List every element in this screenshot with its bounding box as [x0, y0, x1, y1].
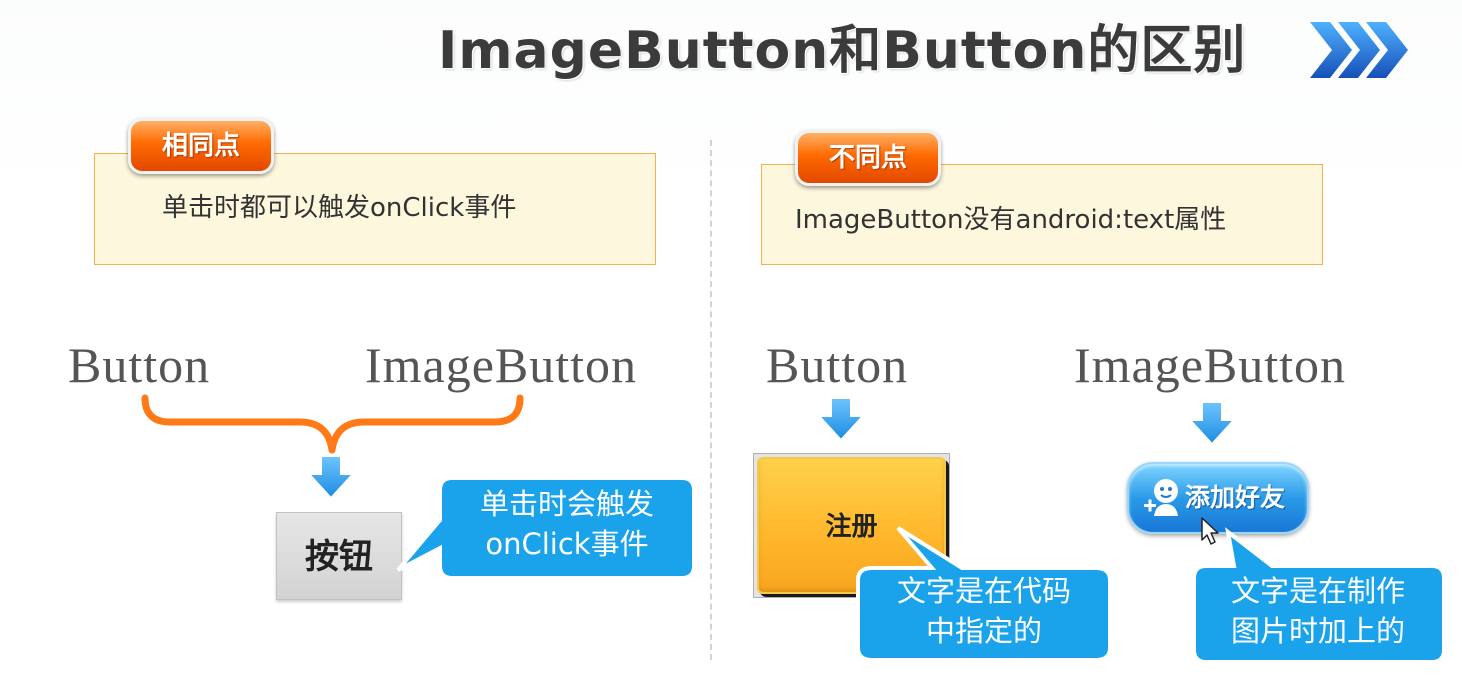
chevron-right-icon: [1310, 22, 1408, 78]
similarity-tag: 相同点: [128, 118, 274, 174]
label-button-left: Button: [68, 337, 211, 393]
add-user-icon: [1144, 479, 1178, 516]
callout-button-line1: 文字是在代码: [896, 574, 1071, 608]
add-friend-label: 添加好友: [1185, 483, 1286, 512]
callout-imagebutton-line2: 图片时加上的: [1230, 614, 1405, 648]
section-divider: [710, 140, 712, 660]
arrow-down-icon: [1188, 401, 1236, 446]
arrow-down-icon: [307, 455, 355, 500]
page-title: ImageButton和Button的区别: [438, 21, 1247, 81]
callout-left-line2: onClick事件: [485, 527, 649, 561]
similarity-text: 单击时都可以触发onClick事件: [162, 193, 517, 223]
callout-button-line2: 中指定的: [925, 614, 1042, 648]
label-button-right: Button: [766, 337, 909, 393]
sample-button[interactable]: 按钮: [276, 512, 402, 600]
callout-left-line1: 单击时会触发: [479, 487, 654, 521]
arrow-down-icon: [817, 397, 865, 442]
label-imagebutton-left: ImageButton: [365, 337, 638, 393]
callout-imagebutton-line1: 文字是在制作: [1230, 574, 1405, 608]
label-imagebutton-right: ImageButton: [1074, 337, 1347, 393]
difference-text: ImageButton没有android:text属性: [795, 205, 1227, 235]
brace-icon: [141, 394, 524, 454]
difference-tag: 不同点: [795, 130, 941, 186]
